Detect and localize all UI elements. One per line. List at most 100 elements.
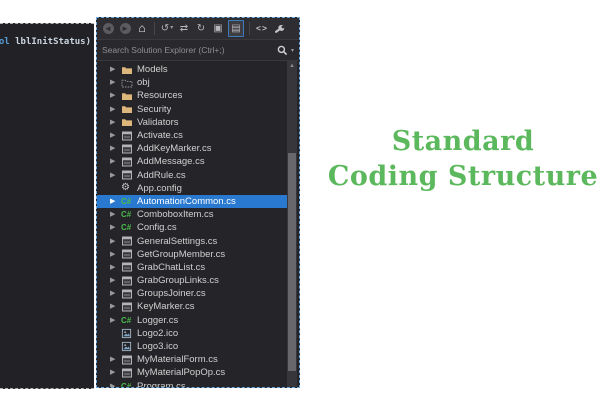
refresh-button[interactable]: ↻: [194, 21, 208, 36]
tree-item-label: GrabGroupLinks.cs: [137, 275, 219, 286]
csharp-file-icon: C#: [121, 316, 131, 325]
tree-item[interactable]: ▶C# Config.cs: [97, 221, 287, 234]
tree-item[interactable]: ▶Resources: [97, 89, 287, 102]
file-icon-cell: [121, 288, 137, 300]
tree-item[interactable]: ▶C#Logger.cs: [97, 314, 287, 327]
tree-item[interactable]: ▶ Activate.cs: [97, 129, 287, 142]
file-icon-cell: [121, 130, 137, 142]
file-icon-cell: C#: [121, 197, 137, 206]
csharp-file-icon: C#: [121, 223, 131, 232]
file-icon-cell: C#: [121, 382, 137, 387]
tree-item[interactable]: Logo3.ico: [97, 340, 287, 353]
properties-pages-button[interactable]: ▣: [211, 21, 225, 36]
search-input[interactable]: Search Solution Explorer (Ctrl+;): [102, 45, 277, 55]
csharp-file-icon: C#: [121, 197, 131, 206]
scroll-up-arrow-icon[interactable]: ▲: [287, 62, 297, 70]
tree-item[interactable]: ⚙App.config: [97, 182, 287, 195]
code-keyword-fragment: ol: [0, 37, 10, 47]
home-button[interactable]: ⌂: [135, 21, 149, 36]
expander-arrow-icon[interactable]: ▶: [110, 103, 121, 116]
file-icon-cell: [121, 77, 137, 89]
expander-arrow-icon[interactable]: ▶: [110, 235, 121, 248]
back-button[interactable]: ◄: [101, 21, 115, 36]
code-line: ol lblInitStatus): [0, 37, 91, 47]
tree-item-label: Config.cs: [137, 222, 177, 233]
expander-arrow-icon[interactable]: ▶: [110, 129, 121, 142]
tree-item[interactable]: ▶C#Program.cs: [97, 380, 287, 388]
tree-item-label: AddKeyMarker.cs: [137, 143, 211, 154]
file-icon-cell: C#: [121, 210, 137, 219]
tree-item-label: Validators: [137, 117, 179, 128]
tree-item[interactable]: ▶ Validators: [97, 116, 287, 129]
expander-arrow-icon[interactable]: ▶: [110, 248, 121, 261]
expander-arrow-icon[interactable]: ▶: [110, 300, 121, 313]
sync-icon: ⇄: [180, 21, 188, 36]
expander-arrow-icon[interactable]: ▶: [110, 208, 121, 221]
tree-item-label: Logo3.ico: [137, 341, 178, 352]
tree-item[interactable]: ▶C# AutomationCommon.cs: [97, 195, 287, 208]
winforms-file-icon: [121, 261, 133, 273]
file-icon-cell: [121, 103, 137, 115]
expander-arrow-icon[interactable]: ▶: [110, 89, 121, 102]
forward-icon: ►: [120, 23, 131, 34]
file-icon-cell: [121, 328, 137, 339]
tree-item[interactable]: Logo2.ico: [97, 327, 287, 340]
view-code-button[interactable]: <>: [255, 21, 269, 36]
tree-item[interactable]: ▶ AddKeyMarker.cs: [97, 142, 287, 155]
tree-item[interactable]: ▶GroupsJoiner.cs: [97, 287, 287, 300]
tree-item[interactable]: ▶obj: [97, 76, 287, 89]
file-icon-cell: [121, 64, 137, 76]
expander-arrow-icon[interactable]: ▶: [110, 76, 121, 89]
tree-item-label: AutomationCommon.cs: [137, 196, 236, 207]
search-bar[interactable]: Search Solution Explorer (Ctrl+;) ▾: [97, 40, 299, 61]
tree-item[interactable]: ▶ GetGroupMember.cs: [97, 248, 287, 261]
tree-item-label: AddMessage.cs: [137, 156, 205, 167]
tree-item[interactable]: ▶MyMaterialForm.cs: [97, 353, 287, 366]
expander-arrow-icon[interactable]: ▶: [110, 274, 121, 287]
file-icon-cell: [121, 90, 137, 102]
show-all-files-icon: ▤: [231, 21, 240, 36]
expander-arrow-icon[interactable]: ▶: [110, 353, 121, 366]
expander-arrow-icon[interactable]: ▶: [110, 116, 121, 129]
expander-arrow-icon[interactable]: ▶: [110, 169, 121, 182]
expander-arrow-icon[interactable]: ▶: [110, 261, 121, 274]
vertical-scrollbar[interactable]: ▲: [287, 61, 297, 387]
expander-arrow-icon[interactable]: ▶: [110, 366, 121, 379]
tree-item[interactable]: ▶MyMaterialPopOp.cs: [97, 366, 287, 379]
search-icon[interactable]: [277, 45, 288, 56]
file-icon-cell: [121, 261, 137, 273]
expander-arrow-icon[interactable]: ▶: [110, 195, 121, 208]
expander-arrow-icon[interactable]: ▶: [110, 221, 121, 234]
tree-item[interactable]: ▶Security: [97, 103, 287, 116]
explorer-toolbar: ◄ ► ⌂ ↺▾ ⇄ ↻ ▣ ▤ <>: [97, 18, 299, 40]
tree-item-label: ComboboxItem.cs: [137, 209, 214, 220]
caption-line-1: Standard: [318, 124, 608, 159]
expander-arrow-icon[interactable]: ▶: [110, 287, 121, 300]
tree-item[interactable]: ▶GrabChatList.cs: [97, 261, 287, 274]
tree-item[interactable]: ▶ GrabGroupLinks.cs: [97, 274, 287, 287]
expander-arrow-icon[interactable]: ▶: [110, 142, 121, 155]
expander-arrow-icon[interactable]: ▶: [110, 63, 121, 76]
show-all-files-button[interactable]: ▤: [228, 20, 244, 37]
tree-item-label: Activate.cs: [137, 130, 183, 141]
tree-item[interactable]: ▶GeneralSettings.cs: [97, 234, 287, 247]
tree-item[interactable]: ▶AddRule.cs: [97, 169, 287, 182]
sync-active-document-button[interactable]: ⇄: [177, 21, 191, 36]
winforms-file-icon: [121, 288, 133, 300]
tree-item[interactable]: ▶KeyMarker.cs: [97, 300, 287, 313]
toolbar-separator: [249, 22, 250, 35]
forward-button[interactable]: ►: [118, 21, 132, 36]
search-options-caret-icon[interactable]: ▾: [291, 47, 294, 54]
history-dropdown-button[interactable]: ↺▾: [160, 21, 174, 36]
tree-item[interactable]: ▶C#ComboboxItem.cs: [97, 208, 287, 221]
properties-button[interactable]: [272, 21, 286, 36]
expander-arrow-icon[interactable]: ▶: [110, 380, 121, 387]
file-icon-cell: C#: [121, 316, 137, 325]
tree-item[interactable]: ▶Models: [97, 63, 287, 76]
expander-arrow-icon[interactable]: ▶: [110, 155, 121, 168]
expander-arrow-icon[interactable]: ▶: [110, 314, 121, 327]
tree-item[interactable]: ▶ AddMessage.cs: [97, 155, 287, 168]
scrollbar-thumb[interactable]: [288, 153, 296, 371]
home-icon: ⌂: [138, 21, 145, 36]
tree-item-label: GetGroupMember.cs: [137, 249, 225, 260]
